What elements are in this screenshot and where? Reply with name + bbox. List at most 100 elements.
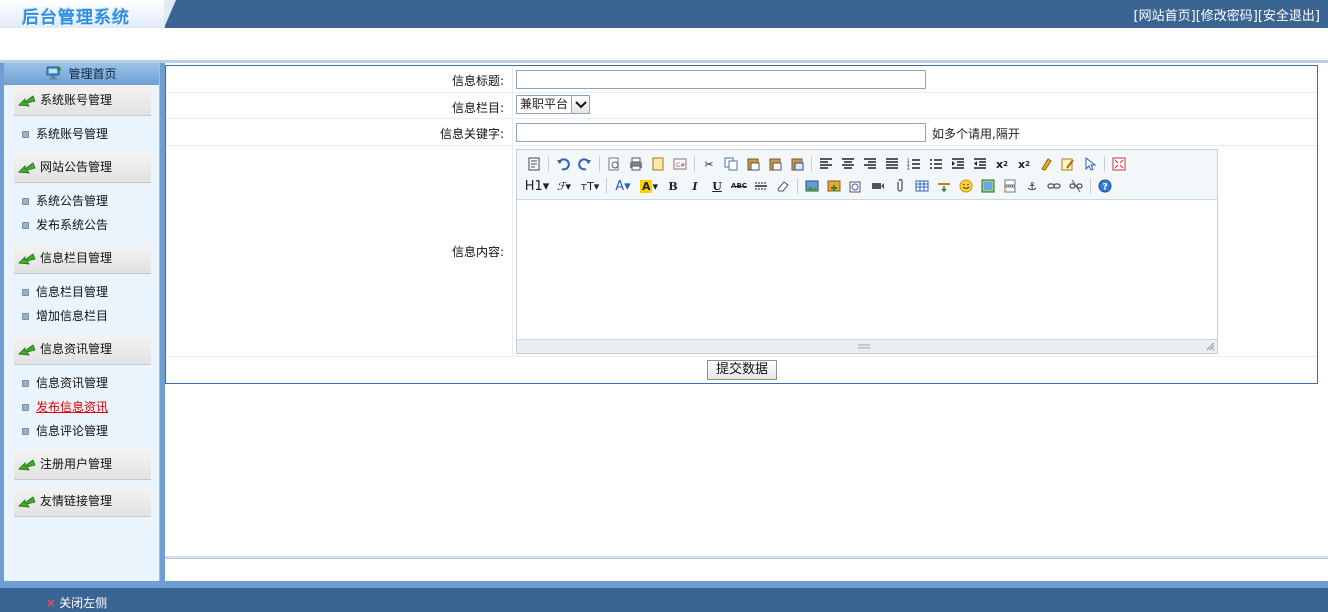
sidebar-group-column[interactable]: 信息栏目管理 — [14, 243, 151, 274]
strikethrough-icon[interactable]: ABC — [728, 176, 750, 196]
corner-resize-icon[interactable] — [1206, 342, 1215, 351]
font-family-icon[interactable]: ℱ▾ — [551, 176, 577, 196]
page-break-icon[interactable] — [999, 176, 1021, 196]
code-icon[interactable]: C# — [669, 154, 691, 174]
sidebar-group-announcement[interactable]: 网站公告管理 — [14, 152, 151, 183]
sidebar-item-system-account[interactable]: 系统账号管理 — [4, 122, 159, 146]
clear-format-icon[interactable] — [1035, 154, 1057, 174]
underline-icon[interactable]: U — [706, 176, 728, 196]
sidebar-group-friend-link[interactable]: 友情链接管理 — [14, 486, 151, 517]
sidebar-item-publish-news[interactable]: 发布信息资讯 — [4, 395, 159, 419]
subscript-icon[interactable]: x2 — [991, 154, 1013, 174]
attachment-icon[interactable] — [889, 176, 911, 196]
content-bottom-divider-2 — [165, 558, 1328, 559]
align-center-icon[interactable] — [837, 154, 859, 174]
top-links: [网站首页][修改密码][安全退出] — [1134, 5, 1320, 24]
computer-icon — [46, 66, 62, 80]
cut-icon[interactable]: ✂ — [698, 154, 720, 174]
header-divider — [0, 60, 1328, 63]
anchor-icon[interactable]: ⚓ — [1021, 176, 1043, 196]
emoticon-icon[interactable] — [955, 176, 977, 196]
template-icon[interactable] — [647, 154, 669, 174]
green-arrow-icon — [18, 344, 36, 356]
table-icon[interactable] — [911, 176, 933, 196]
image-manager-icon[interactable] — [977, 176, 999, 196]
undo-icon[interactable] — [552, 154, 574, 174]
insert-hr-icon[interactable] — [933, 176, 955, 196]
print-icon[interactable] — [625, 154, 647, 174]
sidebar-menu: 管理首页 系统账号管理 系统账号管理 网站公告管理 系统公告管理 发布系统公告 … — [4, 63, 160, 581]
sidebar-home-label: 管理首页 — [68, 67, 117, 81]
svg-text:3: 3 — [907, 166, 910, 170]
sidebar-item-news-manage[interactable]: 信息资讯管理 — [4, 371, 159, 395]
keyword-input[interactable] — [516, 123, 926, 142]
sidebar-home[interactable]: 管理首页 — [4, 63, 159, 85]
title-input[interactable] — [516, 70, 926, 89]
site-home-link[interactable]: [网站首页] — [1134, 9, 1196, 24]
sidebar-group-label: 信息资讯管理 — [40, 342, 113, 356]
unordered-list-icon[interactable] — [925, 154, 947, 174]
sidebar-item-column-manage[interactable]: 信息栏目管理 — [4, 280, 159, 304]
sidebar-item-announcement-manage[interactable]: 系统公告管理 — [4, 189, 159, 213]
outdent-icon[interactable] — [969, 154, 991, 174]
close-left-button[interactable]: × 关闭左侧 — [46, 594, 107, 611]
highlight-color-icon[interactable]: A ▾ — [636, 176, 662, 196]
green-arrow-icon — [18, 253, 36, 265]
sidebar-item-comment-manage[interactable]: 信息评论管理 — [4, 419, 159, 443]
logout-link[interactable]: [安全退出] — [1258, 9, 1320, 24]
font-color-icon[interactable]: A▾ — [610, 176, 636, 196]
select-all-icon[interactable] — [1057, 154, 1079, 174]
paste-plain-icon[interactable] — [764, 154, 786, 174]
italic-icon[interactable]: I — [684, 176, 706, 196]
sidebar-group-registered-user[interactable]: 注册用户管理 — [14, 449, 151, 480]
help-icon[interactable]: ? — [1094, 176, 1116, 196]
editor-resize-bar[interactable] — [517, 339, 1217, 353]
keyword-label: 信息关键字: — [439, 127, 504, 141]
paste-icon[interactable] — [742, 154, 764, 174]
sidebar-group-label: 信息栏目管理 — [40, 251, 113, 265]
copy-icon[interactable] — [720, 154, 742, 174]
eraser-icon[interactable] — [772, 176, 794, 196]
sidebar-group-label: 友情链接管理 — [40, 494, 113, 508]
submit-button[interactable]: 提交数据 — [707, 360, 778, 380]
hr-icon[interactable] — [750, 176, 772, 196]
align-justify-icon[interactable] — [881, 154, 903, 174]
align-right-icon[interactable] — [859, 154, 881, 174]
insert-multi-image-icon[interactable] — [823, 176, 845, 196]
sidebar-group-label: 网站公告管理 — [40, 160, 113, 174]
sidebar-group-news[interactable]: 信息资讯管理 — [14, 334, 151, 365]
bottom-bar: × 关闭左侧 — [0, 581, 1328, 612]
close-left-label: 关闭左侧 — [59, 596, 108, 610]
form-row-title: 信息标题: — [166, 66, 1317, 93]
source-icon[interactable] — [523, 154, 545, 174]
sidebar-group-label: 注册用户管理 — [40, 457, 113, 471]
chevron-down-icon[interactable] — [571, 96, 590, 113]
sidebar: 管理首页 系统账号管理 系统账号管理 网站公告管理 系统公告管理 发布系统公告 … — [0, 63, 165, 581]
preview-icon[interactable] — [603, 154, 625, 174]
cursor-icon[interactable] — [1079, 154, 1101, 174]
form-row-content: 信息内容: C# ✂ 1 2 3 x 2 x 2 H1 ▾ ℱ▾ ᴛT▾ A▾ … — [166, 146, 1317, 357]
flash-icon[interactable] — [845, 176, 867, 196]
bold-icon[interactable]: B — [662, 176, 684, 196]
media-icon[interactable] — [867, 176, 889, 196]
font-size-icon[interactable]: ᴛT▾ — [577, 176, 603, 196]
fullscreen-icon[interactable] — [1108, 154, 1130, 174]
change-password-link[interactable]: [修改密码] — [1196, 9, 1258, 24]
unlink-icon[interactable] — [1065, 176, 1087, 196]
insert-image-icon[interactable] — [801, 176, 823, 196]
paste-word-icon[interactable] — [786, 154, 808, 174]
column-select[interactable]: 兼职平台 — [516, 95, 591, 114]
link-icon[interactable] — [1043, 176, 1065, 196]
indent-icon[interactable] — [947, 154, 969, 174]
heading-icon[interactable]: H1 ▾ — [523, 176, 551, 196]
sidebar-group-system-account[interactable]: 系统账号管理 — [14, 85, 151, 116]
site-logo: 后台管理系统 — [22, 8, 130, 28]
ordered-list-icon[interactable]: 123 — [903, 154, 925, 174]
redo-icon[interactable] — [574, 154, 596, 174]
resize-handle-icon[interactable] — [857, 343, 871, 351]
editor-content-area[interactable] — [517, 201, 1217, 339]
align-left-icon[interactable] — [815, 154, 837, 174]
sidebar-item-add-column[interactable]: 增加信息栏目 — [4, 304, 159, 328]
superscript-icon[interactable]: x2 — [1013, 154, 1035, 174]
sidebar-item-publish-announcement[interactable]: 发布系统公告 — [4, 213, 159, 237]
